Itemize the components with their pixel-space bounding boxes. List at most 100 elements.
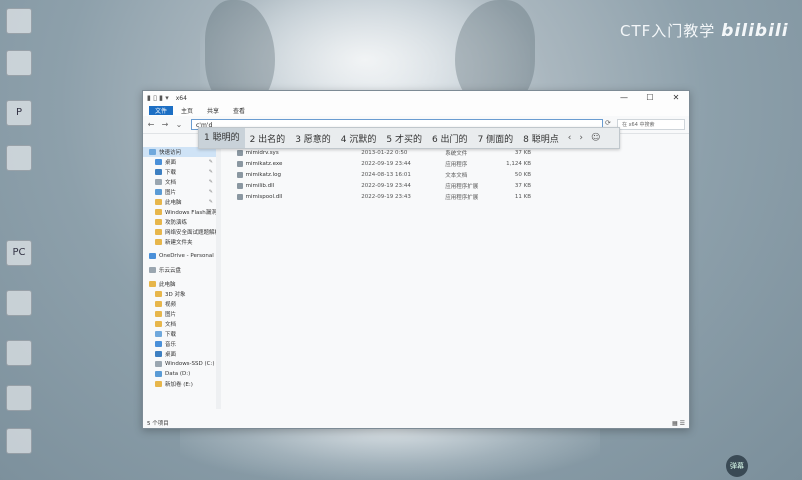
sidebar-scrollbar[interactable] <box>216 149 221 409</box>
desktop-shortcut-icon[interactable] <box>6 290 32 316</box>
sidebar-item-label: 网络安全面试题题解析 <box>165 230 221 236</box>
sidebar-item[interactable]: Windows-SSD (C:) <box>143 359 221 369</box>
pin-icon: ✎ <box>208 179 213 185</box>
status-bar: 5 个项目 <box>147 421 169 427</box>
file-name: mimikatz.log <box>245 171 281 178</box>
desktop-shortcut-icon[interactable] <box>6 145 32 171</box>
file-list: mimidrv.sys 2013-01-22 0:50 系统文件 37 KB mimik… <box>231 147 531 202</box>
tab-share[interactable]: 共享 <box>201 106 225 115</box>
refresh-icon[interactable]: ⟳ <box>605 119 611 127</box>
danmaku-badge[interactable]: 弹幕 <box>726 455 748 477</box>
quick-access-toolbar-icon[interactable]: ▮ ▯ ▮ ▾ <box>147 94 169 102</box>
file-date: 2022-09-19 23:43 <box>361 193 411 200</box>
sidebar-item[interactable]: Windows Flash漏洞 <box>143 207 221 217</box>
sidebar-item[interactable]: 网络安全面试题题解析 <box>143 227 221 237</box>
sidebar-item[interactable]: 新加卷 (E:) <box>143 379 221 389</box>
folder-icon <box>155 321 162 327</box>
folder-icon <box>149 149 156 155</box>
ime-candidate[interactable]: 3 愿意的 <box>290 132 336 145</box>
folder-icon <box>155 301 162 307</box>
ime-candidate[interactable]: 1 聪明的 <box>199 128 245 148</box>
sidebar-item[interactable]: 图片 <box>143 309 221 319</box>
file-row[interactable]: mimispool.dll 2022-09-19 23:43 应用程序扩展 11 KB <box>231 191 531 202</box>
desktop-shortcut-icon[interactable]: PC <box>6 240 32 266</box>
sidebar-item-label: 3D 对象 <box>165 292 186 298</box>
sidebar-item[interactable]: 文档 ✎ <box>143 177 221 187</box>
ime-candidate[interactable]: 8 聪明点 <box>518 132 564 145</box>
file-icon <box>237 171 243 178</box>
file-size: 1,124 KB <box>506 160 531 167</box>
sidebar-item[interactable]: 视频 <box>143 299 221 309</box>
sidebar-item[interactable]: 音乐 <box>143 339 221 349</box>
file-row[interactable]: mimikatz.log 2024-08-13 16:01 文本文档 50 KB <box>231 169 531 180</box>
sidebar-item-label: Windows Flash漏洞 <box>165 210 217 216</box>
sidebar-item[interactable]: 桌面 ✎ <box>143 157 221 167</box>
folder-icon <box>155 229 162 235</box>
window-controls: — ☐ ✕ <box>611 91 689 105</box>
tab-view[interactable]: 查看 <box>227 106 251 115</box>
desktop-shortcut-icon[interactable] <box>6 428 32 454</box>
maximize-button[interactable]: ☐ <box>637 91 663 105</box>
folder-icon <box>155 219 162 225</box>
sidebar-item[interactable]: Data (D:) <box>143 369 221 379</box>
folder-icon <box>155 381 162 387</box>
view-toggle-buttons[interactable]: ▦ ☰ <box>672 420 685 427</box>
sidebar-item[interactable]: 乐云云盘 <box>143 265 221 275</box>
sidebar-item[interactable]: 3D 对象 <box>143 289 221 299</box>
sidebar-item[interactable]: 此电脑 ✎ <box>143 197 221 207</box>
sidebar-item[interactable]: 桌面 <box>143 349 221 359</box>
folder-icon <box>155 291 162 297</box>
pin-icon: ✎ <box>208 199 213 205</box>
file-type: 应用程序扩展 <box>445 183 479 190</box>
forward-arrow-icon[interactable]: → <box>161 120 169 129</box>
file-row[interactable]: mimilib.dll 2022-09-19 23:44 应用程序扩展 37 KB <box>231 180 531 191</box>
bilibili-logo: bilibili <box>721 21 789 41</box>
ime-next-icon[interactable]: › <box>575 133 587 143</box>
folder-icon <box>155 179 162 185</box>
sidebar-item-label: 乐云云盘 <box>159 268 182 274</box>
desktop-shortcut-icon[interactable]: P <box>6 100 32 126</box>
tab-home[interactable]: 主页 <box>175 106 199 115</box>
desktop-shortcut-icon[interactable] <box>6 340 32 366</box>
search-placeholder: 在 x64 中搜索 <box>622 122 655 128</box>
ime-candidate[interactable]: 4 沉默的 <box>336 132 382 145</box>
ime-candidate[interactable]: 7 侧面的 <box>473 132 519 145</box>
ime-candidate[interactable]: 6 出门的 <box>427 132 473 145</box>
ime-candidate[interactable]: 2 出名的 <box>245 132 291 145</box>
recent-chevron-icon[interactable]: ⌄ <box>175 120 183 129</box>
file-icon <box>237 160 243 167</box>
sidebar-item[interactable]: 文档 <box>143 319 221 329</box>
ime-candidate[interactable]: 5 才买的 <box>381 132 427 145</box>
file-row[interactable]: mimikatz.exe 2022-09-19 23:44 应用程序 1,124 KB <box>231 158 531 169</box>
sidebar-item[interactable]: 此电脑 <box>143 279 221 289</box>
sidebar-item-label: 桌面 <box>165 160 177 166</box>
sidebar-item[interactable]: 图片 ✎ <box>143 187 221 197</box>
desktop-shortcut-icon[interactable] <box>6 8 32 34</box>
sidebar-item[interactable]: 攻防演练 <box>143 217 221 227</box>
desktop-shortcut-icon[interactable] <box>6 385 32 411</box>
folder-icon <box>149 281 156 287</box>
folder-icon <box>155 341 162 347</box>
window-title: x64 <box>175 94 187 102</box>
back-arrow-icon[interactable]: ← <box>147 120 155 129</box>
close-button[interactable]: ✕ <box>663 91 689 105</box>
sidebar-item[interactable]: 下载 <box>143 329 221 339</box>
file-icon <box>237 149 243 156</box>
desktop-shortcut-icon[interactable] <box>6 50 32 76</box>
sidebar-item[interactable]: 新建文件夹 <box>143 237 221 247</box>
sidebar-item-label: OneDrive - Personal <box>159 253 214 259</box>
file-type: 应用程序扩展 <box>445 194 479 201</box>
search-input[interactable]: 在 x64 中搜索 <box>617 119 685 130</box>
file-date: 2022-09-19 23:44 <box>361 160 411 167</box>
sidebar-item[interactable]: OneDrive - Personal <box>143 251 221 261</box>
sidebar-item[interactable]: 下载 ✎ <box>143 167 221 177</box>
file-type: 系统文件 <box>445 150 468 157</box>
tab-file[interactable]: 文件 <box>149 106 174 115</box>
sidebar-item-label: 图片 <box>165 312 177 318</box>
ime-emoji-icon[interactable]: ☺ <box>587 133 604 143</box>
file-date: 2013-01-22 0:50 <box>361 149 408 156</box>
minimize-button[interactable]: — <box>611 91 637 105</box>
file-icon <box>237 182 243 189</box>
ime-prev-icon[interactable]: ‹ <box>564 133 576 143</box>
folder-icon <box>155 371 162 377</box>
